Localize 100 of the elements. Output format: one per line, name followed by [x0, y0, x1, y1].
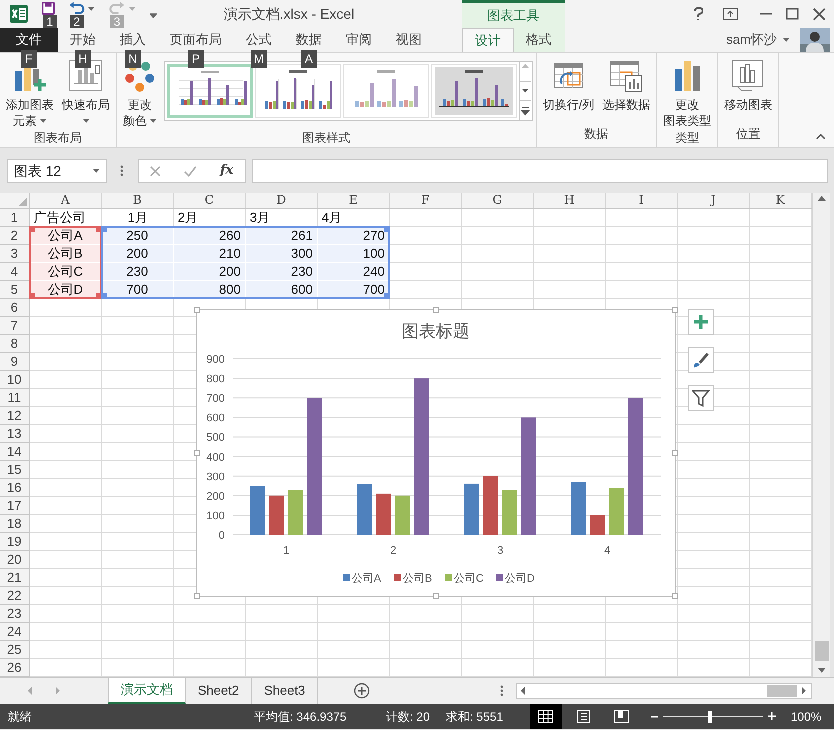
resize-handle[interactable] — [672, 450, 678, 456]
row-header[interactable]: 18 — [0, 515, 30, 533]
column-header[interactable]: D — [246, 193, 318, 208]
vertical-scrollbar[interactable] — [812, 193, 830, 677]
check-icon[interactable] — [184, 166, 198, 176]
column-header[interactable]: J — [678, 193, 750, 208]
move-chart-button[interactable]: 移动图表 — [721, 53, 776, 113]
resize-handle[interactable] — [672, 593, 678, 599]
grip-icon[interactable] — [500, 685, 504, 697]
ribbon-tab[interactable]: 开始 — [58, 28, 108, 52]
keytip: P — [188, 50, 204, 68]
close-icon[interactable] — [813, 8, 826, 20]
ribbon-display-icon[interactable] — [723, 8, 738, 20]
add-sheet-icon[interactable] — [354, 683, 370, 699]
column-header[interactable]: G — [462, 193, 534, 208]
keytip: A — [301, 50, 317, 68]
ribbon-tab[interactable]: 公式 — [234, 28, 284, 52]
column-header[interactable]: H — [534, 193, 606, 208]
save-button[interactable] — [42, 2, 55, 15]
insert-function-button[interactable]: fx — [220, 161, 234, 181]
chart-style-thumbnail[interactable] — [255, 64, 341, 118]
row-header[interactable]: 15 — [0, 461, 30, 479]
row-header[interactable]: 21 — [0, 569, 30, 587]
resize-handle[interactable] — [194, 593, 200, 599]
chart-styles-button[interactable] — [688, 347, 714, 373]
chart-area[interactable]: 图表标题 0 100 200 300 400 500 600 700 800 900 1 2 3 4 公司A 公司B 公司C 公司D — [196, 309, 676, 597]
customize-menu-icon[interactable] — [150, 10, 156, 18]
ribbon-tab[interactable]: 审阅 — [334, 28, 384, 52]
sheet-tab[interactable]: 演示文档 — [108, 678, 186, 704]
zoom-slider[interactable] — [663, 710, 763, 722]
help-icon[interactable] — [693, 7, 703, 21]
zoom-in-icon[interactable] — [767, 712, 777, 721]
column-header[interactable]: B — [102, 193, 174, 208]
grip-icon[interactable] — [120, 165, 124, 177]
axis-label: 800 — [206, 374, 225, 386]
zoom-level[interactable]: 100% — [791, 708, 822, 726]
row-header[interactable]: 4 — [0, 263, 30, 281]
row-header[interactable]: 11 — [0, 389, 30, 407]
column-header[interactable]: A — [30, 193, 102, 208]
row-header[interactable]: 9 — [0, 353, 30, 371]
row-header[interactable]: 16 — [0, 479, 30, 497]
row-header[interactable]: 22 — [0, 587, 30, 605]
slider-thumb[interactable] — [708, 710, 712, 722]
scroll-down-icon[interactable] — [520, 81, 531, 101]
chart-style-thumbnail[interactable] — [167, 64, 253, 118]
row-header[interactable]: 25 — [0, 641, 30, 659]
undo-button[interactable] — [69, 2, 96, 15]
ribbon-tab[interactable]: 数据 — [284, 28, 334, 52]
account-button[interactable]: sam怀沙 — [726, 30, 790, 50]
caret-icon — [93, 169, 100, 173]
row-header[interactable]: 10 — [0, 371, 30, 389]
axis-label: 3 — [497, 545, 504, 557]
row-header[interactable]: 13 — [0, 425, 30, 443]
name-box[interactable]: 图表 12 — [7, 159, 107, 183]
ribbon-tab[interactable]: 设计 — [462, 28, 514, 52]
ribbon-tab[interactable]: 页面布局 — [158, 28, 234, 52]
row-header[interactable]: 23 — [0, 605, 30, 623]
ribbon-tab[interactable]: 文件 — [0, 28, 58, 52]
column-header[interactable]: E — [318, 193, 390, 208]
row-header[interactable]: 1 — [0, 209, 30, 227]
row-header[interactable]: 2 — [0, 227, 30, 245]
row-header[interactable]: 20 — [0, 551, 30, 569]
change-chart-type-button[interactable]: 更改 图表类型 — [660, 53, 714, 129]
chart-elements-button[interactable] — [688, 309, 714, 335]
ribbon-tab[interactable]: 视图 — [384, 28, 434, 52]
ribbon-tab[interactable]: 插入 — [108, 28, 158, 52]
horizontal-scrollbar[interactable] — [516, 683, 812, 699]
row-header[interactable]: 6 — [0, 299, 30, 317]
chart-style-thumbnail[interactable] — [431, 64, 517, 118]
formula-input[interactable] — [252, 159, 828, 183]
row-header[interactable]: 12 — [0, 407, 30, 425]
column-header[interactable]: I — [606, 193, 678, 208]
row-header[interactable]: 19 — [0, 533, 30, 551]
collapse-ribbon-icon[interactable] — [816, 133, 826, 141]
resize-handle[interactable] — [433, 593, 439, 599]
row-header[interactable]: 8 — [0, 335, 30, 353]
resize-handle[interactable] — [194, 450, 200, 456]
scrollbar-thumb[interactable] — [814, 641, 828, 661]
resize-handle[interactable] — [194, 307, 200, 313]
status-count: 计数: 20 — [386, 708, 432, 726]
row-header[interactable]: 17 — [0, 497, 30, 515]
row-header[interactable]: 3 — [0, 245, 30, 263]
row-header[interactable]: 26 — [0, 659, 30, 677]
normal-view-button[interactable] — [530, 704, 562, 729]
maximize-icon[interactable] — [786, 8, 799, 20]
row-header[interactable]: 5 — [0, 281, 30, 299]
table-cell: 260 — [174, 227, 246, 245]
ribbon-tab[interactable]: 格式 — [514, 28, 564, 52]
row-header[interactable]: 14 — [0, 443, 30, 461]
resize-handle[interactable] — [672, 307, 678, 313]
scrollbar-thumb[interactable] — [767, 685, 797, 697]
chart-filters-button[interactable] — [688, 385, 714, 411]
row-header[interactable]: 24 — [0, 623, 30, 641]
select-data-button[interactable]: 选择数据 — [599, 53, 654, 113]
switch-row-column-button[interactable]: 切换行/列 — [540, 53, 598, 113]
chart-style-thumbnail[interactable] — [343, 64, 429, 118]
column-header[interactable]: C — [174, 193, 246, 208]
row-header[interactable]: 7 — [0, 317, 30, 335]
column-header[interactable]: F — [390, 193, 462, 208]
resize-handle[interactable] — [433, 307, 439, 313]
